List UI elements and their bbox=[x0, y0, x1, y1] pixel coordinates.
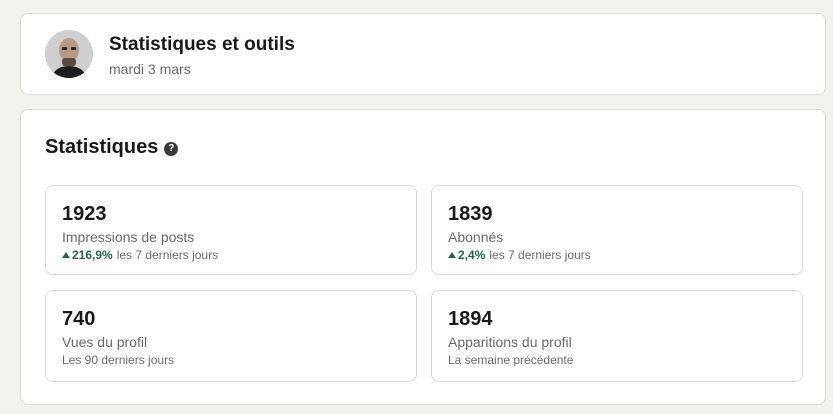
stat-period: La semaine précédente bbox=[448, 353, 574, 367]
stat-subtext: 2,4% les 7 derniers jours bbox=[448, 247, 786, 263]
stat-value: 1894 bbox=[448, 308, 493, 330]
stat-value: 1839 bbox=[448, 203, 493, 225]
stat-card-profile-views[interactable]: 740 Vues du profil Les 90 derniers jours bbox=[45, 290, 417, 382]
trend-up-icon bbox=[62, 252, 70, 258]
trend-indicator: 2,4% bbox=[448, 247, 485, 263]
page-title: Statistiques et outils bbox=[109, 34, 295, 55]
stat-label: Vues du profil bbox=[62, 334, 148, 350]
profile-photo bbox=[45, 30, 93, 78]
stat-label: Abonnés bbox=[448, 229, 504, 245]
stat-subtext: 216,9% les 7 derniers jours bbox=[62, 247, 400, 263]
header-card: Statistiques et outils mardi 3 mars bbox=[20, 13, 826, 95]
trend-up-icon bbox=[448, 252, 456, 258]
stat-label: Apparitions du profil bbox=[448, 334, 572, 350]
avatar[interactable] bbox=[45, 30, 93, 78]
trend-value: 216,9% bbox=[72, 248, 113, 262]
stats-title: Statistiques bbox=[45, 136, 159, 158]
stat-label: Impressions de posts bbox=[62, 229, 195, 245]
stat-period: les 7 derniers jours bbox=[489, 248, 591, 262]
stats-card: Statistiques ? 1923 Impressions de posts… bbox=[20, 109, 826, 405]
help-icon[interactable]: ? bbox=[164, 142, 179, 156]
stats-heading: Statistiques ? bbox=[45, 136, 179, 159]
stat-card-followers[interactable]: 1839 Abonnés 2,4% les 7 derniers jours bbox=[431, 185, 803, 275]
stat-value: 740 bbox=[62, 308, 96, 330]
page-date: mardi 3 mars bbox=[109, 61, 191, 77]
trend-indicator: 216,9% bbox=[62, 247, 113, 263]
stat-period: les 7 derniers jours bbox=[116, 248, 219, 262]
stat-card-search-appearances[interactable]: 1894 Apparitions du profil La semaine pr… bbox=[431, 290, 803, 382]
stat-card-post-impressions[interactable]: 1923 Impressions de posts 216,9% les 7 d… bbox=[45, 185, 417, 275]
stat-value: 1923 bbox=[62, 203, 107, 225]
stat-period: Les 90 derniers jours bbox=[62, 353, 175, 367]
trend-value: 2,4% bbox=[458, 248, 486, 262]
